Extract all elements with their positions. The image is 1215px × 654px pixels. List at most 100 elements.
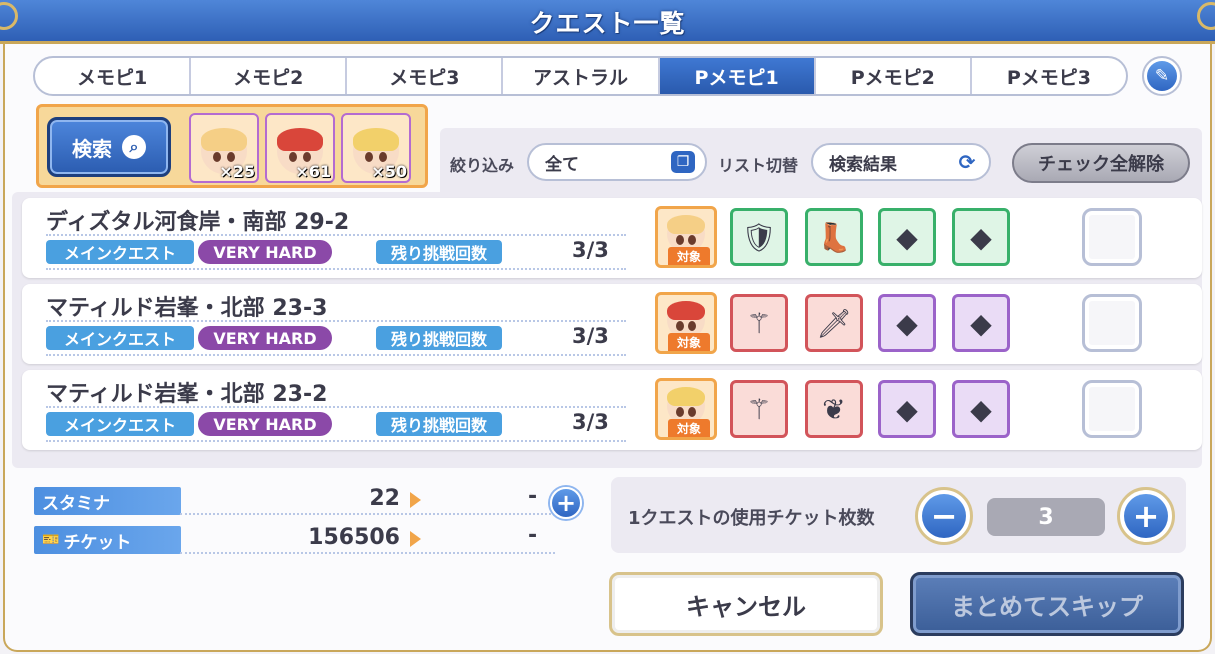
eye — [688, 234, 696, 245]
cancel-button[interactable]: キャンセル — [609, 572, 883, 636]
eye — [213, 151, 221, 162]
quest-name: ディズタル河食岸・南部 29-2 — [46, 210, 350, 235]
stamina-label: スタミナ — [34, 487, 181, 515]
fragment-item-icon: ◆ — [952, 208, 1010, 266]
target-tag: 対象 — [668, 247, 710, 265]
character-hair — [201, 127, 247, 151]
tab-memopi-2[interactable]: メモピ2 — [191, 58, 348, 94]
divider — [46, 440, 626, 442]
ticket-count-label: 1クエストの使用チケット枚数 — [628, 508, 875, 529]
tab-p-memopi-1[interactable]: Pメモピ1 — [659, 58, 816, 94]
target-character: 対象 — [655, 206, 717, 268]
eye — [688, 406, 696, 417]
character-slot-3[interactable]: ×50 — [341, 113, 411, 183]
skip-all-button[interactable]: まとめてスキップ — [910, 572, 1184, 636]
quest-list: ディズタル河食岸・南部 29-2 メインクエスト VERY HARD 残り挑戦回… — [12, 192, 1202, 468]
plus-icon: + — [1124, 494, 1168, 538]
narrow-value: 全て — [545, 154, 579, 175]
remaining-count: 3/3 — [572, 410, 609, 434]
ticket-count-value: 3 — [987, 498, 1105, 536]
quest-type-badge: メインクエスト — [46, 326, 194, 350]
quest-type-badge: メインクエスト — [46, 412, 194, 436]
quest-row[interactable]: マティルド岩峯・北部 23-2 メインクエスト VERY HARD 残り挑戦回数… — [22, 370, 1202, 450]
target-character: 対象 — [655, 378, 717, 440]
ticket-icon: 🎫 — [42, 532, 60, 548]
character-hair — [277, 127, 323, 151]
divider — [46, 354, 626, 356]
divider — [46, 268, 626, 270]
eye — [676, 320, 684, 331]
divider — [180, 513, 555, 515]
divider — [180, 552, 555, 554]
decrease-button[interactable]: − — [915, 487, 973, 545]
search-button[interactable]: 検索 ⌕ — [47, 117, 171, 177]
search-icon: ⌕ — [122, 135, 146, 159]
divider — [46, 234, 626, 236]
divider — [46, 406, 626, 408]
remaining-count: 3/3 — [572, 324, 609, 348]
ticket-label: 🎫 チケット — [34, 526, 181, 554]
tab-p-memopi-3[interactable]: Pメモピ3 — [972, 58, 1126, 94]
ticket-label-text: チケット — [63, 532, 132, 553]
window-title: クエスト一覧 — [529, 9, 686, 38]
quest-type-badge: メインクエスト — [46, 240, 194, 264]
character-slot-2[interactable]: ×61 — [265, 113, 335, 183]
target-tag: 対象 — [668, 333, 710, 351]
fragment-item-icon: ◆ — [878, 294, 936, 352]
list-switch-select[interactable]: 検索結果 ⟳ — [811, 143, 991, 181]
remaining-label: 残り挑戦回数 — [376, 412, 502, 436]
quest-row[interactable]: マティルド岩峯・北部 23-3 メインクエスト VERY HARD 残り挑戦回数… — [22, 284, 1202, 364]
stamina-value: 22 — [369, 486, 400, 511]
remaining-count: 3/3 — [572, 238, 609, 262]
fragment-item-icon: ◆ — [952, 380, 1010, 438]
eye — [289, 151, 297, 162]
difficulty-badge: VERY HARD — [198, 412, 332, 436]
eye — [303, 151, 311, 162]
minus-icon: − — [922, 494, 966, 538]
staff-item-icon: ⚚ — [730, 294, 788, 352]
category-tabs: メモピ1 メモピ2 メモピ3 アストラル Pメモピ1 Pメモピ2 Pメモピ3 — [33, 56, 1128, 96]
quest-checkbox[interactable] — [1082, 294, 1142, 352]
eye — [688, 320, 696, 331]
emblem-item-icon: ❦ — [805, 380, 863, 438]
refresh-icon: ⟳ — [955, 150, 979, 174]
narrow-select[interactable]: 全て ❐ — [527, 143, 707, 181]
ticket-value: 156506 — [308, 525, 400, 550]
armor-item-icon: 🛡 — [730, 208, 788, 266]
uncheck-all-button[interactable]: チェック全解除 — [1012, 143, 1190, 183]
pencil-icon: ✎ — [1147, 61, 1177, 91]
increase-button[interactable]: + — [1117, 487, 1175, 545]
fragment-item-icon: ◆ — [878, 380, 936, 438]
character-hair — [667, 386, 705, 406]
search-button-label: 検索 — [72, 136, 112, 161]
ticket-after: - — [528, 523, 538, 548]
tab-astral[interactable]: アストラル — [503, 58, 660, 94]
target-tag: 対象 — [668, 419, 710, 437]
character-count: ×25 — [219, 162, 255, 181]
difficulty-badge: VERY HARD — [198, 240, 332, 264]
eye — [227, 151, 235, 162]
tab-memopi-1[interactable]: メモピ1 — [35, 58, 192, 94]
edit-button[interactable]: ✎ — [1142, 56, 1182, 96]
list-switch-value: 検索結果 — [829, 154, 897, 175]
narrow-label: 絞り込み — [450, 156, 515, 175]
quest-name: マティルド岩峯・北部 23-3 — [46, 296, 328, 321]
boots-item-icon: 👢 — [805, 208, 863, 266]
tab-p-memopi-2[interactable]: Pメモピ2 — [816, 58, 972, 94]
quest-row[interactable]: ディズタル河食岸・南部 29-2 メインクエスト VERY HARD 残り挑戦回… — [22, 198, 1202, 278]
quest-checkbox[interactable] — [1082, 380, 1142, 438]
target-character: 対象 — [655, 292, 717, 354]
quest-name: マティルド岩峯・北部 23-2 — [46, 382, 328, 407]
arrow-right-icon — [410, 492, 421, 508]
add-stamina-button[interactable]: + — [550, 487, 582, 519]
eye — [365, 151, 373, 162]
character-slot-1[interactable]: ×25 — [189, 113, 259, 183]
character-hair — [353, 127, 399, 151]
title-bar: クエスト一覧 — [0, 0, 1215, 44]
tab-memopi-3[interactable]: メモピ3 — [347, 58, 504, 94]
character-hair — [667, 300, 705, 320]
list-switch-label: リスト切替 — [718, 156, 799, 175]
quest-checkbox[interactable] — [1082, 208, 1142, 266]
character-count: ×61 — [295, 162, 331, 181]
eye — [379, 151, 387, 162]
